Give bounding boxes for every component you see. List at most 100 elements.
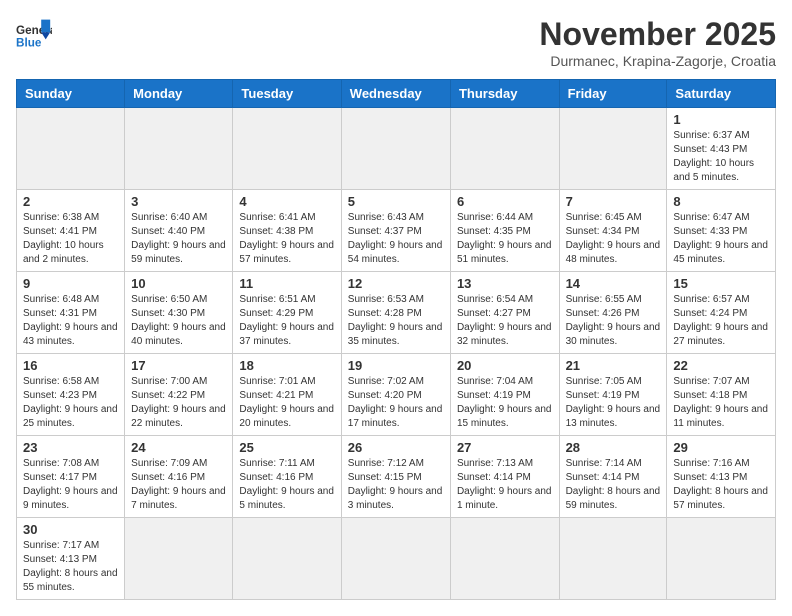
day-number: 27	[457, 440, 553, 455]
calendar-cell: 22 Sunrise: 7:07 AMSunset: 4:18 PMDayligh…	[667, 354, 776, 436]
calendar-cell: 16 Sunrise: 6:58 AMSunset: 4:23 PMDayligh…	[17, 354, 125, 436]
day-number: 12	[348, 276, 444, 291]
day-info: Sunrise: 7:01 AMSunset: 4:21 PMDaylight:…	[239, 375, 334, 431]
calendar-cell	[233, 518, 341, 600]
weekday-monday: Monday	[125, 80, 233, 108]
calendar-cell: 9 Sunrise: 6:48 AMSunset: 4:31 PMDaylight…	[17, 272, 125, 354]
calendar-cell	[233, 108, 341, 190]
calendar-cell: 26 Sunrise: 7:12 AMSunset: 4:15 PMDayligh…	[341, 436, 450, 518]
calendar-cell: 25Sunrise: 7:11 AMSunset: 4:16 PMDayligh…	[233, 436, 341, 518]
day-number: 5	[348, 194, 444, 209]
calendar-week-5: 30 Sunrise: 7:17 AMSunset: 4:13 PMDayligh…	[17, 518, 776, 600]
calendar-cell: 28 Sunrise: 7:14 AMSunset: 4:14 PMDayligh…	[559, 436, 667, 518]
calendar-cell: 15 Sunrise: 6:57 AMSunset: 4:24 PMDayligh…	[667, 272, 776, 354]
logo-icon: General Blue	[16, 16, 52, 52]
day-number: 24	[131, 440, 226, 455]
calendar-week-3: 16 Sunrise: 6:58 AMSunset: 4:23 PMDayligh…	[17, 354, 776, 436]
calendar-table: SundayMondayTuesdayWednesdayThursdayFrid…	[16, 79, 776, 600]
calendar-cell: 7 Sunrise: 6:45 AMSunset: 4:34 PMDaylight…	[559, 190, 667, 272]
day-info: Sunrise: 6:57 AMSunset: 4:24 PMDaylight:…	[673, 293, 769, 349]
day-info: Sunrise: 6:37 AMSunset: 4:43 PMDaylight:…	[673, 129, 769, 185]
weekday-tuesday: Tuesday	[233, 80, 341, 108]
calendar-cell: 30 Sunrise: 7:17 AMSunset: 4:13 PMDayligh…	[17, 518, 125, 600]
day-number: 28	[566, 440, 661, 455]
calendar-week-1: 2Sunrise: 6:38 AMSunset: 4:41 PMDaylight…	[17, 190, 776, 272]
day-number: 29	[673, 440, 769, 455]
day-info: Sunrise: 7:08 AMSunset: 4:17 PMDaylight:…	[23, 457, 118, 513]
location-subtitle: Durmanec, Krapina-Zagorje, Croatia	[539, 53, 776, 69]
calendar-cell: 14 Sunrise: 6:55 AMSunset: 4:26 PMDayligh…	[559, 272, 667, 354]
day-number: 6	[457, 194, 553, 209]
day-info: Sunrise: 6:50 AMSunset: 4:30 PMDaylight:…	[131, 293, 226, 349]
day-number: 13	[457, 276, 553, 291]
weekday-saturday: Saturday	[667, 80, 776, 108]
day-number: 25	[239, 440, 334, 455]
day-info: Sunrise: 6:54 AMSunset: 4:27 PMDaylight:…	[457, 293, 553, 349]
calendar-cell: 23Sunrise: 7:08 AMSunset: 4:17 PMDayligh…	[17, 436, 125, 518]
calendar-body: 1 Sunrise: 6:37 AMSunset: 4:43 PMDaylight…	[17, 108, 776, 600]
day-info: Sunrise: 6:41 AMSunset: 4:38 PMDaylight:…	[239, 211, 334, 267]
calendar-cell: 13 Sunrise: 6:54 AMSunset: 4:27 PMDayligh…	[450, 272, 559, 354]
calendar-week-2: 9 Sunrise: 6:48 AMSunset: 4:31 PMDaylight…	[17, 272, 776, 354]
calendar-cell	[341, 108, 450, 190]
day-info: Sunrise: 7:05 AMSunset: 4:19 PMDaylight:…	[566, 375, 661, 431]
day-info: Sunrise: 6:58 AMSunset: 4:23 PMDaylight:…	[23, 375, 118, 431]
day-number: 3	[131, 194, 226, 209]
calendar-cell: 2Sunrise: 6:38 AMSunset: 4:41 PMDaylight…	[17, 190, 125, 272]
calendar-cell: 10 Sunrise: 6:50 AMSunset: 4:30 PMDayligh…	[125, 272, 233, 354]
day-info: Sunrise: 6:45 AMSunset: 4:34 PMDaylight:…	[566, 211, 661, 267]
day-number: 19	[348, 358, 444, 373]
calendar-cell: 17 Sunrise: 7:00 AMSunset: 4:22 PMDayligh…	[125, 354, 233, 436]
day-number: 10	[131, 276, 226, 291]
calendar-cell	[125, 518, 233, 600]
day-number: 21	[566, 358, 661, 373]
calendar-cell: 24Sunrise: 7:09 AMSunset: 4:16 PMDayligh…	[125, 436, 233, 518]
day-info: Sunrise: 7:16 AMSunset: 4:13 PMDaylight:…	[673, 457, 769, 513]
day-number: 16	[23, 358, 118, 373]
weekday-friday: Friday	[559, 80, 667, 108]
calendar-cell: 8Sunrise: 6:47 AMSunset: 4:33 PMDaylight…	[667, 190, 776, 272]
day-info: Sunrise: 7:14 AMSunset: 4:14 PMDaylight:…	[566, 457, 661, 513]
weekday-sunday: Sunday	[17, 80, 125, 108]
day-info: Sunrise: 7:12 AMSunset: 4:15 PMDaylight:…	[348, 457, 444, 513]
day-number: 30	[23, 522, 118, 537]
calendar-cell: 27 Sunrise: 7:13 AMSunset: 4:14 PMDayligh…	[450, 436, 559, 518]
day-number: 9	[23, 276, 118, 291]
calendar-cell: 20Sunrise: 7:04 AMSunset: 4:19 PMDayligh…	[450, 354, 559, 436]
day-info: Sunrise: 7:13 AMSunset: 4:14 PMDaylight:…	[457, 457, 553, 513]
day-info: Sunrise: 7:17 AMSunset: 4:13 PMDaylight:…	[23, 539, 118, 595]
day-number: 17	[131, 358, 226, 373]
day-info: Sunrise: 6:48 AMSunset: 4:31 PMDaylight:…	[23, 293, 118, 349]
calendar-cell: 3Sunrise: 6:40 AMSunset: 4:40 PMDaylight…	[125, 190, 233, 272]
calendar-cell	[17, 108, 125, 190]
calendar-cell: 21 Sunrise: 7:05 AMSunset: 4:19 PMDayligh…	[559, 354, 667, 436]
month-title: November 2025	[539, 16, 776, 53]
calendar-cell	[450, 108, 559, 190]
day-number: 14	[566, 276, 661, 291]
calendar-week-4: 23Sunrise: 7:08 AMSunset: 4:17 PMDayligh…	[17, 436, 776, 518]
calendar-cell: 29 Sunrise: 7:16 AMSunset: 4:13 PMDayligh…	[667, 436, 776, 518]
day-info: Sunrise: 6:53 AMSunset: 4:28 PMDaylight:…	[348, 293, 444, 349]
day-number: 18	[239, 358, 334, 373]
day-number: 1	[673, 112, 769, 127]
calendar-week-0: 1 Sunrise: 6:37 AMSunset: 4:43 PMDaylight…	[17, 108, 776, 190]
calendar-cell	[559, 518, 667, 600]
day-info: Sunrise: 6:51 AMSunset: 4:29 PMDaylight:…	[239, 293, 334, 349]
day-number: 15	[673, 276, 769, 291]
day-number: 11	[239, 276, 334, 291]
day-number: 26	[348, 440, 444, 455]
day-info: Sunrise: 6:38 AMSunset: 4:41 PMDaylight:…	[23, 211, 118, 267]
calendar-cell: 1 Sunrise: 6:37 AMSunset: 4:43 PMDaylight…	[667, 108, 776, 190]
calendar-cell: 6Sunrise: 6:44 AMSunset: 4:35 PMDaylight…	[450, 190, 559, 272]
day-info: Sunrise: 7:07 AMSunset: 4:18 PMDaylight:…	[673, 375, 769, 431]
calendar-cell: 5Sunrise: 6:43 AMSunset: 4:37 PMDaylight…	[341, 190, 450, 272]
calendar-cell	[125, 108, 233, 190]
day-info: Sunrise: 7:00 AMSunset: 4:22 PMDaylight:…	[131, 375, 226, 431]
day-info: Sunrise: 6:55 AMSunset: 4:26 PMDaylight:…	[566, 293, 661, 349]
day-number: 22	[673, 358, 769, 373]
weekday-thursday: Thursday	[450, 80, 559, 108]
calendar-cell: 11 Sunrise: 6:51 AMSunset: 4:29 PMDayligh…	[233, 272, 341, 354]
day-info: Sunrise: 7:02 AMSunset: 4:20 PMDaylight:…	[348, 375, 444, 431]
day-number: 7	[566, 194, 661, 209]
day-info: Sunrise: 6:47 AMSunset: 4:33 PMDaylight:…	[673, 211, 769, 267]
